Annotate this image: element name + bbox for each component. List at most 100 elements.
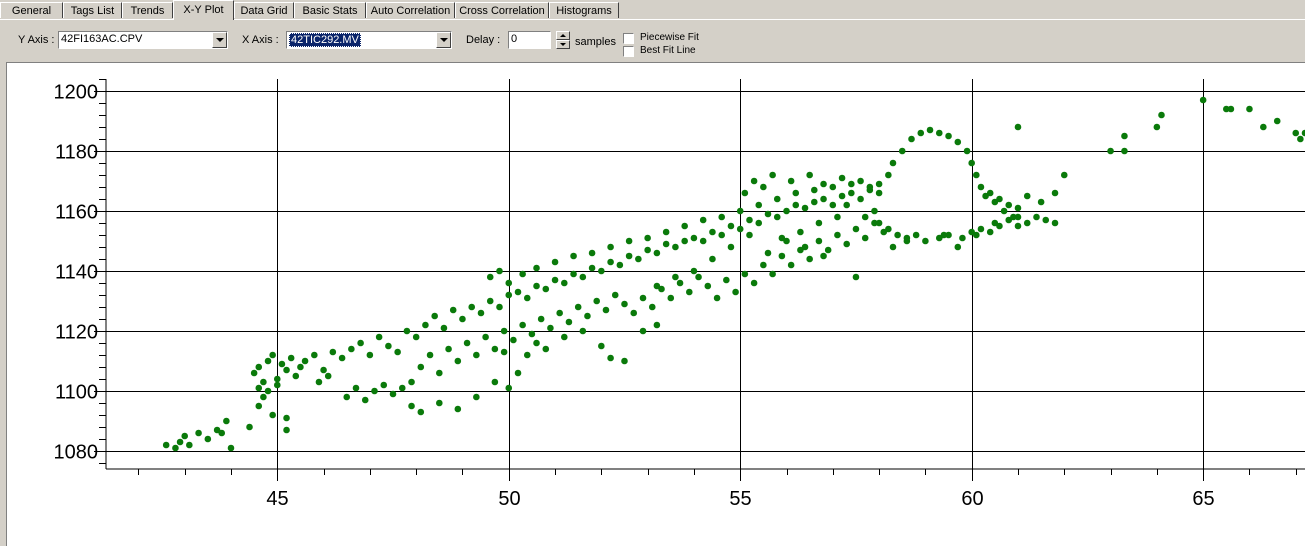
scatter-point: [329, 348, 337, 356]
scatter-point: [732, 288, 739, 296]
scatter-point: [908, 135, 915, 143]
x-axis-label: X Axis :: [242, 34, 279, 46]
scatter-point: [195, 429, 202, 437]
tab-histograms[interactable]: Histograms: [549, 2, 619, 18]
tab-tags-list[interactable]: Tags List: [63, 2, 122, 18]
scatter-point: [926, 126, 934, 134]
y-axis-label: Y Axis :: [18, 34, 55, 46]
scatter-point: [644, 246, 651, 254]
scatter-point: [778, 234, 786, 242]
scatter-point: [255, 363, 263, 371]
scatter-point: [412, 333, 420, 341]
scatter-point: [760, 183, 767, 191]
scatter-point: [667, 294, 675, 302]
delay-input[interactable]: 0: [508, 31, 551, 49]
scatter-point: [755, 219, 763, 227]
scatter-point: [760, 261, 767, 269]
piecewise-fit-checkbox[interactable]: [623, 33, 634, 44]
scatter-point: [815, 219, 823, 227]
scatter-point: [778, 252, 786, 260]
scatter-point: [426, 351, 434, 359]
scatter-point: [273, 375, 281, 383]
scatter-point: [1121, 147, 1128, 155]
scatter-point: [977, 183, 985, 191]
scatter-point: [593, 297, 601, 305]
scatter-point: [255, 384, 263, 392]
y-axis-dropdown-icon[interactable]: [212, 32, 227, 48]
scatter-point: [385, 342, 392, 350]
scatter-point: [505, 384, 513, 392]
scatter-point: [491, 345, 499, 353]
scatter-point: [533, 282, 540, 290]
scatter-point: [903, 237, 911, 245]
scatter-point: [986, 228, 994, 236]
scatter-point: [473, 393, 480, 401]
x-tick-label: 50: [498, 488, 520, 510]
scatter-point: [699, 237, 707, 245]
scatter-point: [542, 285, 550, 293]
scatter-point: [648, 303, 656, 311]
delay-value: 0: [511, 33, 518, 45]
scatter-point: [885, 225, 892, 233]
scatter-point: [301, 357, 309, 365]
scatter-point: [810, 186, 818, 194]
tab-trends[interactable]: Trends: [122, 2, 173, 18]
scatter-point: [250, 369, 258, 377]
scatter-point: [496, 267, 503, 275]
scatter-point: [473, 351, 480, 359]
scatter-point: [181, 432, 188, 440]
scatter-point: [348, 345, 355, 353]
scatter-point: [297, 363, 304, 371]
scatter-point: [449, 306, 457, 314]
scatter-point: [1060, 171, 1068, 179]
scatter-point: [417, 408, 425, 416]
tab-basic-stats[interactable]: Basic Stats: [294, 2, 366, 18]
scatter-point: [394, 348, 401, 356]
spin-up-icon[interactable]: [556, 31, 570, 40]
scatter-point: [408, 402, 415, 410]
y-tick-label: 1180: [55, 142, 98, 164]
y-axis-select[interactable]: 42FI163AC.CPV: [58, 31, 228, 49]
scatter-point: [1297, 135, 1304, 143]
scatter-point: [746, 231, 753, 239]
scatter-point: [820, 252, 827, 260]
delay-spinner[interactable]: [556, 31, 570, 49]
tab-xy-plot[interactable]: X-Y Plot: [173, 0, 234, 20]
scatter-point: [718, 213, 726, 221]
x-tick-label: 60: [961, 488, 983, 510]
scatter-point: [440, 324, 448, 332]
scatter-point: [519, 270, 526, 278]
tab-general[interactable]: General: [0, 2, 63, 18]
scatter-point: [885, 171, 892, 179]
tab-cross-correlation[interactable]: Cross Correlation: [455, 2, 549, 18]
scatter-point: [755, 201, 763, 209]
scatter-point: [551, 258, 559, 266]
scatter-point: [843, 201, 850, 209]
scatter-point: [773, 213, 781, 221]
scatter-point: [653, 249, 661, 257]
scatter-point: [320, 366, 327, 374]
scatter-point: [496, 303, 503, 311]
scatter-point: [315, 378, 323, 386]
scatter-point: [611, 291, 619, 299]
scatter-point: [690, 267, 698, 275]
x-axis-dropdown-icon[interactable]: [436, 32, 451, 48]
scatter-point: [991, 198, 999, 206]
scatter-point: [505, 291, 513, 299]
scatter-point: [186, 441, 193, 449]
best-fit-line-checkbox[interactable]: [623, 46, 634, 57]
scatter-point: [917, 129, 925, 137]
scatter-point: [977, 225, 985, 233]
scatter-point: [959, 234, 966, 242]
scatter-point: [283, 414, 290, 422]
scatter-point: [1292, 129, 1300, 137]
tab-auto-correlation[interactable]: Auto Correlation: [366, 2, 455, 18]
tab-data-grid[interactable]: Data Grid: [234, 2, 294, 18]
scatter-point: [639, 294, 647, 302]
spin-down-icon[interactable]: [556, 40, 570, 49]
scatter-point: [848, 180, 855, 188]
x-axis-select[interactable]: 42TIC292.MV: [286, 31, 452, 49]
scatter-point: [1199, 96, 1207, 104]
scatter-point: [227, 444, 235, 452]
scatter-point: [343, 393, 351, 401]
